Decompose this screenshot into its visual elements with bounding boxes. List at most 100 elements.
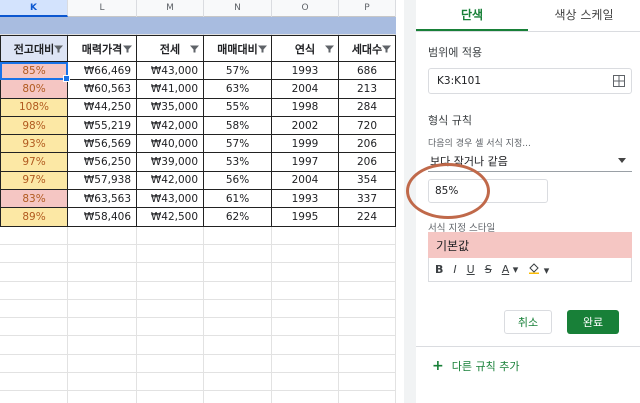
strikethrough-icon[interactable]: S [485,263,492,276]
cell[interactable] [68,244,137,264]
cell[interactable] [204,391,272,403]
cell[interactable] [339,354,396,374]
cell-m[interactable]: ₩39,000 [137,153,204,172]
cell[interactable] [272,354,339,374]
range-input[interactable]: K3:K101 [428,68,632,94]
cell[interactable] [0,373,68,392]
cell-m[interactable]: ₩42,000 [137,116,204,136]
cell[interactable] [204,299,272,319]
cell[interactable] [0,17,68,35]
cell-o[interactable]: 2004 [272,171,339,191]
cell[interactable] [204,226,272,245]
cell[interactable] [272,281,339,300]
cell[interactable] [339,263,396,282]
cell[interactable] [272,17,339,35]
cell[interactable] [339,318,396,337]
cell[interactable] [68,281,137,300]
cell[interactable] [137,299,204,319]
cell[interactable] [204,281,272,300]
cancel-button[interactable]: 취소 [504,310,552,334]
cell-l[interactable]: ₩63,563 [68,190,137,209]
filter-icon[interactable] [325,45,334,52]
tab-single-color[interactable]: 단색 [416,0,528,31]
cell[interactable] [0,299,68,319]
cell-l[interactable]: ₩66,469 [68,62,137,81]
cell-l[interactable]: ₩56,569 [68,135,137,154]
cell-o[interactable]: 1995 [272,208,339,227]
header-cell[interactable]: 전고대비 [0,35,68,62]
text-color-icon[interactable]: A ▾ [502,263,519,276]
cell[interactable] [68,263,137,282]
cell[interactable] [68,373,137,392]
column-header-p[interactable]: P [339,0,396,17]
cell[interactable] [339,391,396,403]
tab-color-scale[interactable]: 색상 스케일 [528,0,640,31]
cell-n[interactable]: 63% [204,80,272,99]
cell-o[interactable]: 1998 [272,98,339,117]
cell[interactable] [0,391,68,403]
cell-p[interactable]: 213 [339,80,396,99]
cell[interactable] [204,17,272,35]
cell[interactable] [0,354,68,374]
cell[interactable] [272,336,339,355]
fill-color-icon[interactable]: ▾ [528,262,549,277]
cell-k[interactable]: 97% [0,171,68,191]
cell-p[interactable]: 206 [339,153,396,172]
header-cell[interactable]: 연식 [272,35,339,62]
cell-n[interactable]: 61% [204,190,272,209]
cell[interactable] [0,226,68,245]
column-header-m[interactable]: M [137,0,204,17]
cell[interactable] [339,226,396,245]
cell-n[interactable]: 57% [204,62,272,81]
cell[interactable] [137,336,204,355]
cell-l[interactable]: ₩55,219 [68,116,137,136]
column-header-l[interactable]: L [68,0,137,17]
cell[interactable] [272,318,339,337]
cell[interactable] [0,263,68,282]
grid-select-icon[interactable] [613,75,625,87]
cell-n[interactable]: 62% [204,208,272,227]
cell-k[interactable]: 98% [0,116,68,136]
cell[interactable] [137,226,204,245]
cell[interactable] [68,299,137,319]
cell-l[interactable]: ₩58,406 [68,208,137,227]
cell[interactable] [204,336,272,355]
filter-icon[interactable] [382,45,391,52]
filter-icon[interactable] [190,45,199,52]
cell[interactable] [0,281,68,300]
cell-p[interactable]: 354 [339,171,396,191]
filter-icon[interactable] [54,45,63,52]
italic-icon[interactable]: I [453,263,456,276]
cell-o[interactable]: 2004 [272,80,339,99]
cell[interactable] [339,244,396,264]
filter-icon[interactable] [258,45,267,52]
cell[interactable] [204,318,272,337]
cell[interactable] [68,226,137,245]
cell-k[interactable]: 85% [0,62,70,83]
cell[interactable] [137,244,204,264]
cell[interactable] [272,226,339,245]
bold-icon[interactable]: B [435,263,443,276]
cell-o[interactable]: 2002 [272,116,339,136]
cell[interactable] [339,336,396,355]
cell[interactable] [272,391,339,403]
cell-n[interactable]: 58% [204,116,272,136]
cell[interactable] [137,354,204,374]
cell[interactable] [272,263,339,282]
cell[interactable] [68,318,137,337]
cell[interactable] [137,263,204,282]
header-cell[interactable]: 매매대비 [204,35,272,62]
cell-k[interactable]: 108% [0,98,68,117]
cell-m[interactable]: ₩42,000 [137,171,204,191]
cell-m[interactable]: ₩41,000 [137,80,204,99]
cell-m[interactable]: ₩40,000 [137,135,204,154]
cell-k[interactable]: 97% [0,153,68,172]
cell[interactable] [68,354,137,374]
done-button[interactable]: 완료 [567,310,619,334]
cell-n[interactable]: 57% [204,135,272,154]
filter-icon[interactable] [123,45,132,52]
cell-m[interactable]: ₩43,000 [137,62,204,81]
header-cell[interactable]: 세대수 [339,35,396,62]
cell-k[interactable]: 83% [0,190,68,209]
cell-l[interactable]: ₩57,938 [68,171,137,191]
